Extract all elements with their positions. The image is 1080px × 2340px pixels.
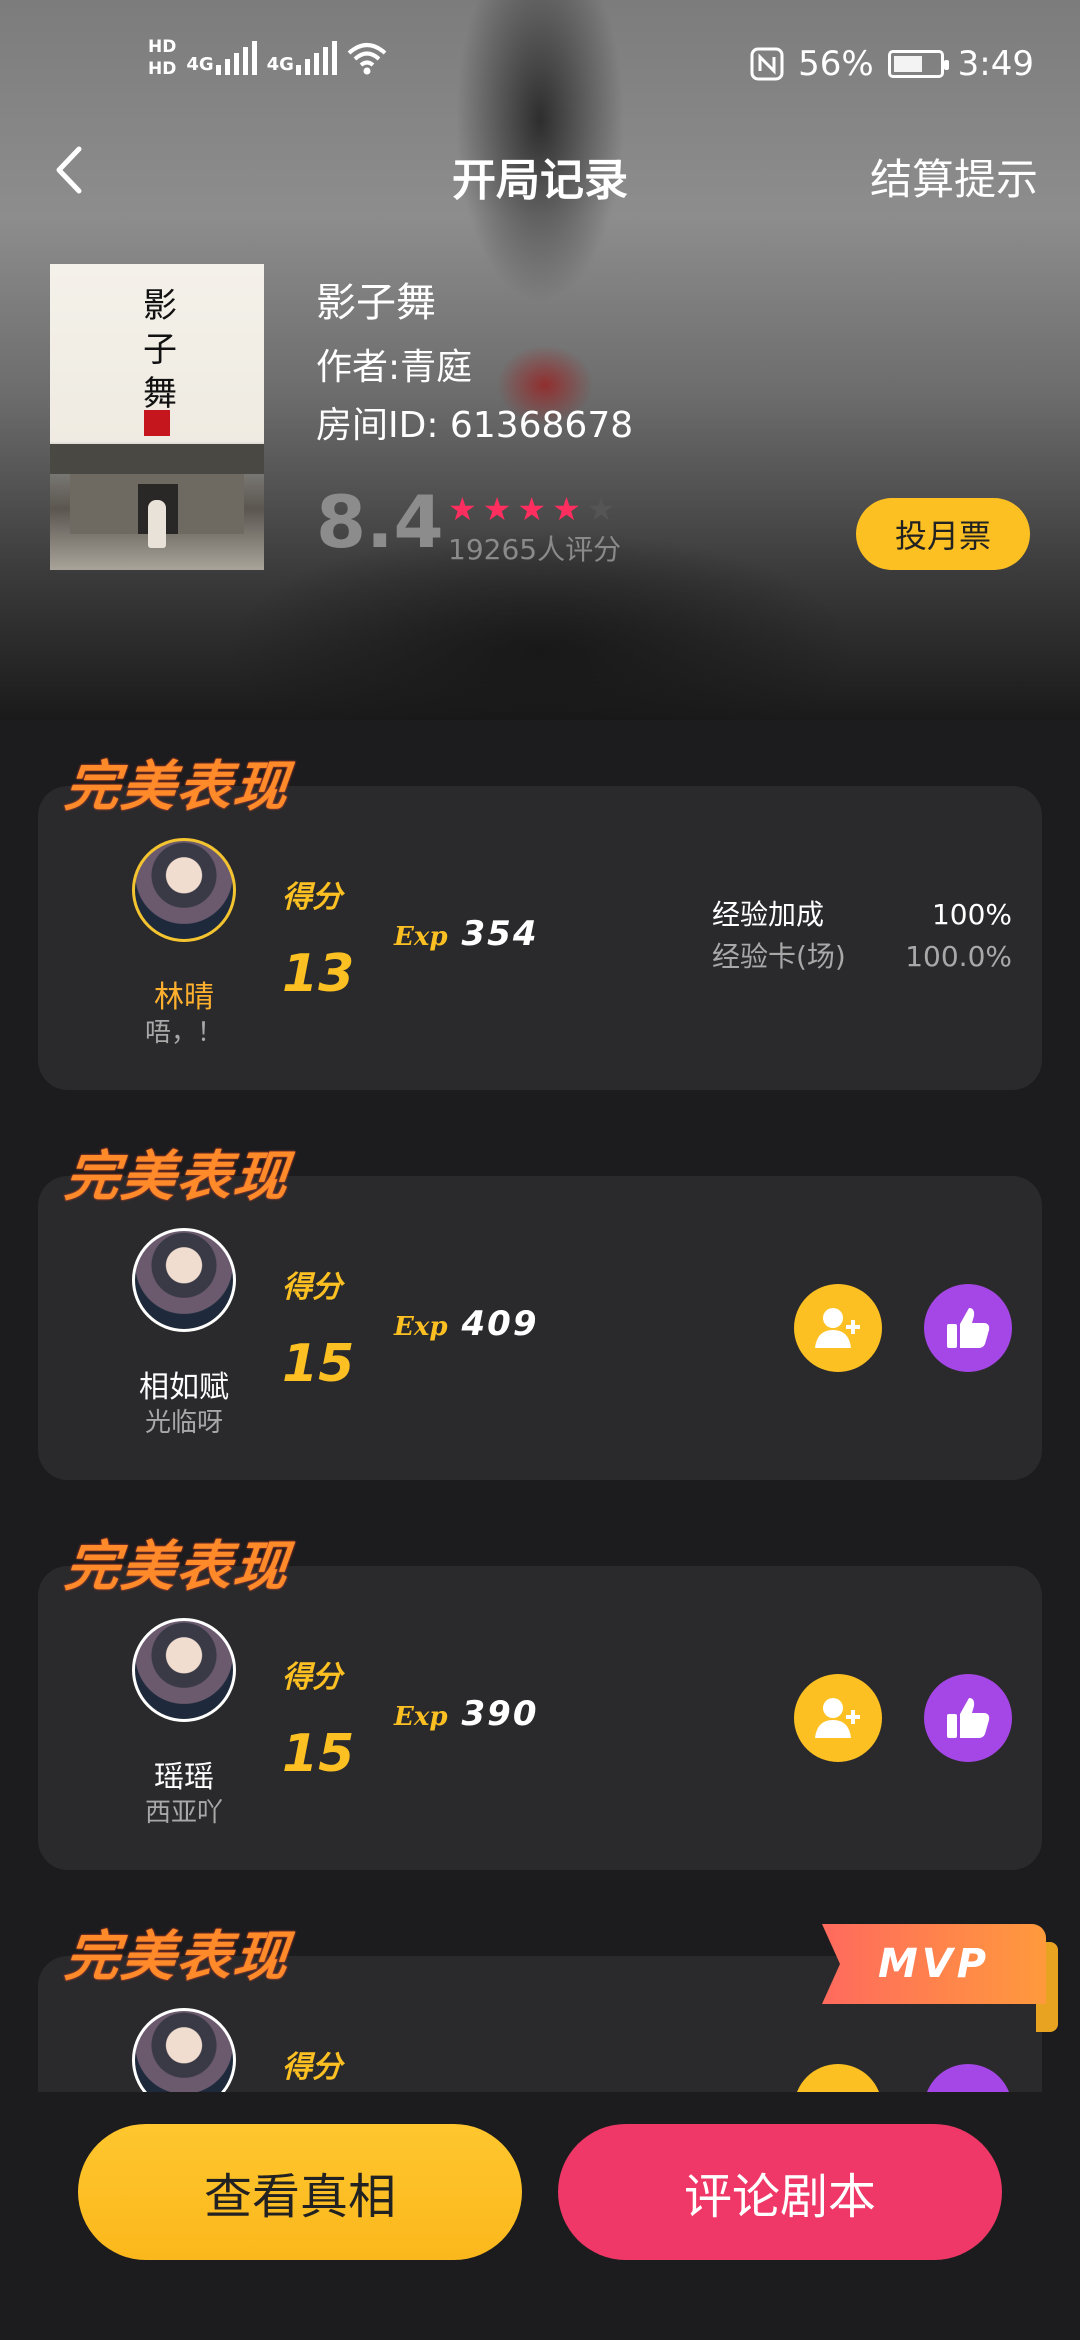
score-label: 得分: [282, 880, 342, 915]
status-right: 56% 3:49: [750, 44, 1034, 84]
exp-row: Exp 409: [394, 1304, 538, 1344]
book-name: 影子舞: [316, 280, 436, 326]
exp-value: 409: [461, 1304, 539, 1344]
exp-value: 390: [461, 1694, 539, 1734]
player-name: 相如赋: [139, 1370, 229, 1405]
add-friend-button[interactable]: [794, 1674, 882, 1762]
exp-label: Exp: [394, 922, 448, 952]
signal-bars-icon: [215, 41, 257, 75]
player-subtitle: 唔，！: [144, 1018, 223, 1048]
nfc-icon: [750, 47, 784, 81]
like-button[interactable]: [924, 1674, 1012, 1762]
perfect-performance-title: 完美表现: [62, 1535, 293, 1598]
exp-label: Exp: [394, 1702, 448, 1732]
net2-label: 4G: [266, 54, 294, 75]
thumbs-up-icon: [947, 1698, 990, 1738]
view-truth-button[interactable]: 查看真相: [78, 2124, 522, 2260]
avatar[interactable]: [132, 1228, 236, 1332]
bonus-row: 经验加成 100%: [712, 894, 1012, 936]
score-value: 15: [282, 1724, 355, 1784]
perfect-performance-title: 完美表现: [62, 755, 293, 818]
cover-roof: [50, 444, 264, 474]
avatar[interactable]: [132, 1618, 236, 1722]
star-icon: ★: [517, 490, 547, 528]
exp-value: 354: [461, 914, 539, 954]
bonus-value: 100%: [931, 898, 1012, 931]
book-author: 作者:青庭: [316, 347, 473, 388]
bonus-value: 100.0%: [905, 940, 1012, 973]
cover-image: 影子舞: [50, 264, 264, 570]
room-id: 房间ID: 61368678: [316, 405, 634, 446]
star-icon: ★: [448, 490, 477, 528]
player-subtitle: 西亚吖: [144, 1798, 223, 1828]
status-bar: HD HD 4G 4G 56% 3:49: [0, 0, 1080, 120]
hd1-label: HD: [148, 37, 177, 57]
bonus-label: 经验卡(场): [712, 940, 846, 973]
player-name: 瑶瑶: [154, 1760, 214, 1795]
perfect-performance-title: 完美表现: [62, 1145, 293, 1208]
wifi-icon: [347, 43, 387, 75]
add-user-icon: [815, 1698, 860, 1738]
signal-2: 4G: [267, 41, 337, 75]
comment-script-button[interactable]: 评论剧本: [558, 2124, 1002, 2260]
score-label: 得分: [282, 2050, 342, 2085]
avatar[interactable]: [132, 838, 236, 942]
star-half-icon: ★: [586, 490, 616, 528]
score-label: 得分: [282, 1660, 342, 1695]
status-left: HD HD 4G 4G: [148, 36, 387, 80]
hd2-label: HD: [148, 59, 177, 79]
rating-count: 19265人评分: [448, 533, 622, 566]
rating-stars: ★ ★ ★ ★ ★: [448, 490, 615, 528]
hd-indicators: HD HD: [148, 36, 176, 80]
exp-bonus: 经验加成 100% 经验卡(场) 100.0%: [712, 894, 1012, 978]
net1-label: 4G: [186, 54, 214, 75]
signal-1: 4G: [186, 41, 257, 75]
bonus-label: 经验加成: [712, 898, 825, 931]
cover-title: 影子舞: [143, 286, 177, 414]
exp-row: Exp 354: [394, 914, 538, 954]
vote-button[interactable]: 投月票: [856, 498, 1030, 570]
thumbs-up-icon: [947, 1308, 990, 1348]
battery-percent: 56%: [798, 44, 874, 84]
rating-score: 8.4: [316, 480, 444, 564]
cover-figure: [148, 500, 166, 548]
star-icon: ★: [552, 490, 581, 528]
add-user-icon: [815, 1308, 860, 1348]
clock: 3:49: [957, 44, 1034, 84]
star-icon: ★: [482, 490, 512, 528]
settlement-tip-link[interactable]: 结算提示: [870, 146, 1038, 207]
player-subtitle: 光临呀: [144, 1408, 223, 1438]
bonus-row: 经验卡(场) 100.0%: [712, 936, 1012, 978]
player-name: 林晴: [154, 980, 214, 1015]
mvp-badge: MVP: [822, 1924, 1058, 2032]
mvp-label: MVP: [822, 1924, 1046, 2004]
like-button[interactable]: [924, 1284, 1012, 1372]
score-value: 13: [282, 944, 355, 1004]
signal-bars-icon: [295, 41, 337, 75]
exp-label: Exp: [394, 1312, 448, 1342]
exp-row: Exp 390: [394, 1694, 538, 1734]
add-friend-button[interactable]: [794, 1284, 882, 1372]
score-label: 得分: [282, 1270, 342, 1305]
score-value: 15: [282, 1334, 355, 1394]
battery-icon: [887, 50, 949, 78]
nav-bar: 开局记录 结算提示: [0, 120, 1080, 220]
seal-icon: [144, 410, 170, 436]
perfect-performance-title: 完美表现: [62, 1925, 293, 1988]
